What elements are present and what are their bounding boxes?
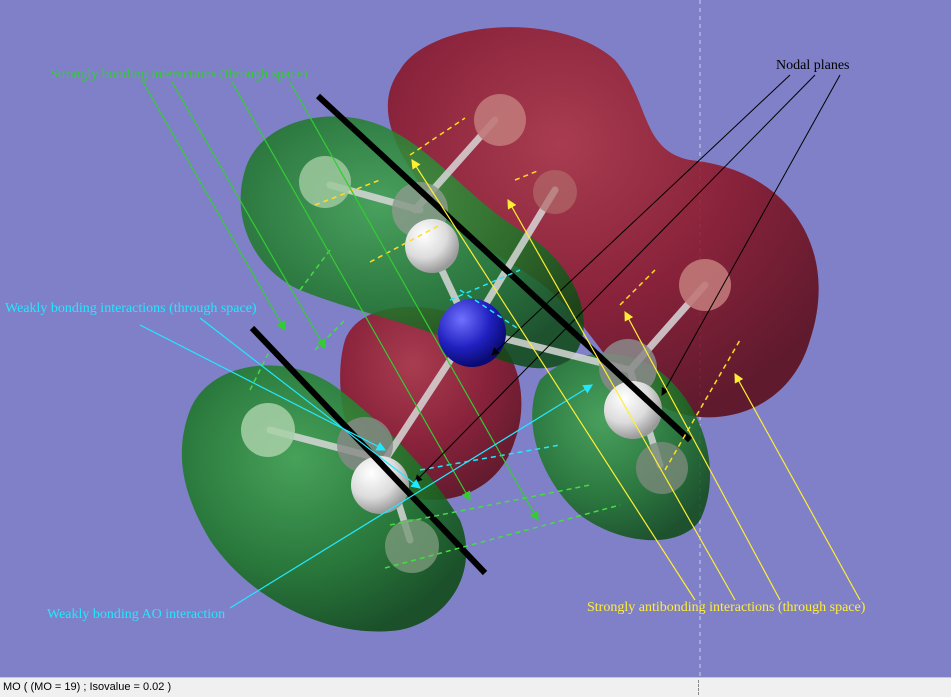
hydrogen-atom — [533, 170, 577, 214]
hydrogen-atom — [405, 219, 459, 273]
hydrogen-atom — [299, 156, 351, 208]
hydrogen-atom — [385, 519, 439, 573]
strong-bonding-label: Strongly bonding interactions (through s… — [50, 67, 308, 82]
status-bar: MO ( (MO = 19) ; Isovalue = 0.02 ) — [0, 677, 951, 697]
status-text: MO ( (MO = 19) ; Isovalue = 0.02 ) — [3, 681, 172, 693]
strong-antibonding-label: Strongly antibonding interactions (throu… — [587, 600, 866, 615]
nitrogen-atom — [438, 299, 506, 367]
hydrogen-atom — [636, 442, 688, 494]
hydrogen-atom — [474, 94, 526, 146]
hydrogen-atom — [241, 403, 295, 457]
status-separator — [698, 680, 699, 695]
nodal-planes-label: Nodal planes — [776, 58, 850, 73]
weak-bonding-space-label: Weakly bonding interactions (through spa… — [5, 301, 257, 316]
molecule-viewport[interactable]: Strongly bonding interactions (through s… — [0, 0, 951, 677]
weak-bonding-ao-label: Weakly bonding AO interaction — [47, 607, 226, 622]
orbital-scene — [139, 0, 861, 677]
